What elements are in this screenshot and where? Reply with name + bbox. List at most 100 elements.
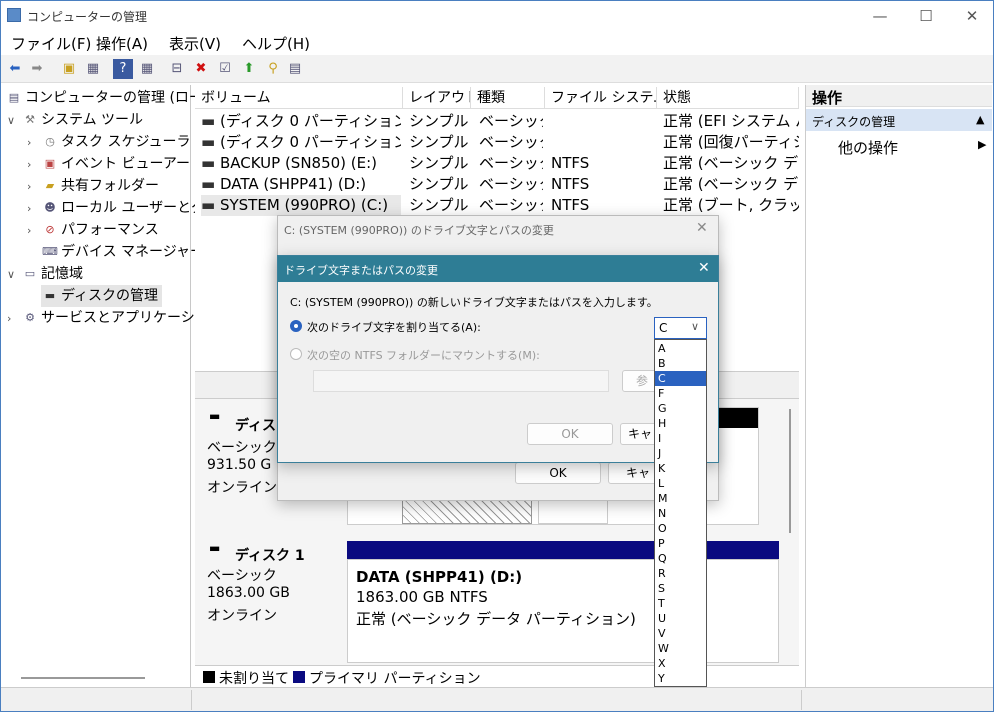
column-type[interactable]: 種類	[471, 87, 545, 109]
menu-file[interactable]: ファイル(F)	[11, 33, 91, 54]
column-filesystem[interactable]: ファイル システム	[545, 87, 657, 109]
search-icon[interactable]: ⚲	[263, 59, 283, 79]
volume-row[interactable]: ▬ (ディスク 0 パーティション 4) シンプル ベーシック 正常 (回復パー…	[195, 132, 799, 153]
drive-letter-option[interactable]: V	[655, 626, 706, 641]
drive-letter-option[interactable]: T	[655, 596, 706, 611]
drive-letter-option[interactable]: J	[655, 446, 706, 461]
drive-letter-option[interactable]: Q	[655, 551, 706, 566]
inner-close-icon[interactable]: ✕	[698, 260, 710, 276]
drive-letter-option[interactable]: F	[655, 386, 706, 401]
chevron-down-icon: ∨	[691, 320, 700, 333]
expand-icon[interactable]: ›	[27, 198, 41, 220]
radio-mount-label[interactable]: 次の空の NTFS フォルダーにマウントする(M):	[307, 347, 540, 363]
tree-scrollbar[interactable]	[21, 677, 145, 679]
drive-letter-option[interactable]: O	[655, 521, 706, 536]
partition-hatched[interactable]	[402, 500, 532, 524]
menu-help[interactable]: ヘルプ(H)	[242, 33, 310, 54]
expand-icon[interactable]: ›	[7, 308, 21, 330]
upload-icon[interactable]: ⬆	[239, 59, 259, 79]
expand-icon[interactable]: ›	[27, 154, 41, 176]
drive-letter-option[interactable]: I	[655, 431, 706, 446]
column-layout[interactable]: レイアウト	[403, 87, 471, 109]
expand-icon[interactable]: ›	[27, 176, 41, 198]
drive-letter-option[interactable]: N	[655, 506, 706, 521]
legend-primary: プライマリ パーティション	[309, 671, 481, 687]
connect-icon[interactable]: ⊟	[167, 59, 187, 79]
tree-device-manager[interactable]: ⌨ デバイス マネージャー	[27, 241, 204, 263]
drive-letter-option[interactable]: K	[655, 461, 706, 476]
console-tree-icon[interactable]: ▦	[83, 59, 103, 79]
radio-mount-folder[interactable]	[290, 348, 302, 360]
properties-icon[interactable]: ▤	[285, 59, 305, 79]
actions-pane: 操作 ディスクの管理 ▲ 他の操作 ▶	[805, 85, 993, 687]
drive-letter-option[interactable]: W	[655, 641, 706, 656]
drive-letter-option[interactable]: H	[655, 416, 706, 431]
column-status[interactable]: 状態	[657, 87, 799, 109]
outer-ok-button[interactable]: OK	[515, 462, 601, 484]
volume-row-selected[interactable]: ▬ SYSTEM (990PRO) (C:) シンプル ベーシック NTFS 正…	[195, 195, 799, 216]
menu-action[interactable]: 操作(A)	[96, 33, 148, 54]
folder-up-icon[interactable]: ▣	[59, 59, 79, 79]
tree-task-scheduler[interactable]: › ◷ タスク スケジューラ	[27, 131, 190, 153]
delete-icon[interactable]: ✖	[191, 59, 211, 79]
actions-other[interactable]: 他の操作 ▶	[806, 135, 992, 157]
partition-status: 正常 (ベーシック データ パーティション)	[356, 610, 636, 628]
outer-close-icon[interactable]: ✕	[696, 220, 708, 236]
minimize-button[interactable]: —	[857, 1, 903, 31]
back-icon[interactable]: ⬅	[5, 59, 25, 79]
partition-box[interactable]	[538, 500, 608, 524]
drive-icon: ▬	[201, 112, 216, 130]
drive-letter-select[interactable]: C ∨	[654, 317, 707, 339]
collapse-icon[interactable]: ∨	[7, 110, 21, 132]
drive-letter-option[interactable]: M	[655, 491, 706, 506]
drive-letter-option[interactable]: R	[655, 566, 706, 581]
graph-scrollbar[interactable]	[789, 409, 791, 533]
drive-letter-option[interactable]: B	[655, 356, 706, 371]
drive-letter-option[interactable]: A	[655, 341, 706, 356]
tree-storage[interactable]: ∨ ▭ 記憶域	[7, 263, 83, 285]
tree-disk-management[interactable]: ▬ ディスクの管理	[41, 285, 163, 307]
help-icon[interactable]: ?	[113, 59, 133, 79]
inner-ok-button[interactable]: OK	[527, 423, 613, 445]
radio-assign-letter[interactable]	[290, 320, 302, 332]
drive-letter-option[interactable]: C	[655, 371, 706, 386]
disk0-size: 931.50 G	[207, 457, 272, 473]
tree-shared-folders[interactable]: › ▰ 共有フォルダー	[27, 175, 159, 197]
tree-root[interactable]: ▤ コンピューターの管理 (ロー	[5, 87, 203, 109]
drive-letter-option[interactable]: S	[655, 581, 706, 596]
tree-services[interactable]: › ⚙ サービスとアプリケーション	[7, 307, 223, 329]
collapse-up-icon[interactable]: ▲	[976, 113, 984, 126]
drive-letter-option[interactable]: Y	[655, 671, 706, 686]
column-volume[interactable]: ボリューム	[195, 87, 403, 109]
tree-local-users[interactable]: › ☻ ローカル ユーザーとグ	[27, 197, 205, 219]
tree-system-tools[interactable]: ∨ ⚒ システム ツール	[7, 109, 143, 131]
radio-assign-label[interactable]: 次のドライブ文字を割り当てる(A):	[307, 319, 481, 335]
actions-section[interactable]: ディスクの管理 ▲	[806, 109, 992, 131]
maximize-button[interactable]: ☐	[903, 1, 949, 31]
drive-letter-option[interactable]: U	[655, 611, 706, 626]
forward-icon[interactable]: ➡	[27, 59, 47, 79]
checklist-icon[interactable]: ☑	[215, 59, 235, 79]
volume-row[interactable]: ▬ BACKUP (SN850) (E:) シンプル ベーシック NTFS 正常…	[195, 153, 799, 174]
disk1-label[interactable]: ▬ ディスク 1 ベーシック 1863.00 GB オンライン	[197, 535, 343, 665]
menu-view[interactable]: 表示(V)	[169, 33, 221, 54]
drive-icon: ▬	[201, 196, 216, 214]
disk1-partition[interactable]: DATA (SHPP41) (D:) 1863.00 GB NTFS 正常 (ベ…	[347, 559, 779, 663]
expand-icon[interactable]: ›	[27, 220, 41, 242]
collapse-icon[interactable]: ∨	[7, 264, 21, 286]
drive-letter-option[interactable]: L	[655, 476, 706, 491]
show-hide-icon[interactable]: ▦	[137, 59, 157, 79]
tree-event-viewer[interactable]: › ▣ イベント ビューアー	[27, 153, 190, 175]
mount-path-input[interactable]	[313, 370, 609, 392]
expand-icon[interactable]: ›	[27, 132, 41, 154]
volume-row[interactable]: ▬ (ディスク 0 パーティション 1) シンプル ベーシック 正常 (EFI …	[195, 111, 799, 132]
drive-letter-option[interactable]: P	[655, 536, 706, 551]
computer-management-window: コンピューターの管理 — ☐ ✕ ファイル(F) 操作(A) 表示(V) ヘルプ…	[0, 0, 994, 712]
drive-letter-option[interactable]: G	[655, 401, 706, 416]
tree-performance[interactable]: › ⊘ パフォーマンス	[27, 219, 159, 241]
drive-letter-option[interactable]: X	[655, 656, 706, 671]
performance-icon: ⊘	[45, 223, 55, 236]
volume-row[interactable]: ▬ DATA (SHPP41) (D:) シンプル ベーシック NTFS 正常 …	[195, 174, 799, 195]
storage-icon: ▭	[24, 267, 36, 280]
close-button[interactable]: ✕	[949, 1, 993, 31]
